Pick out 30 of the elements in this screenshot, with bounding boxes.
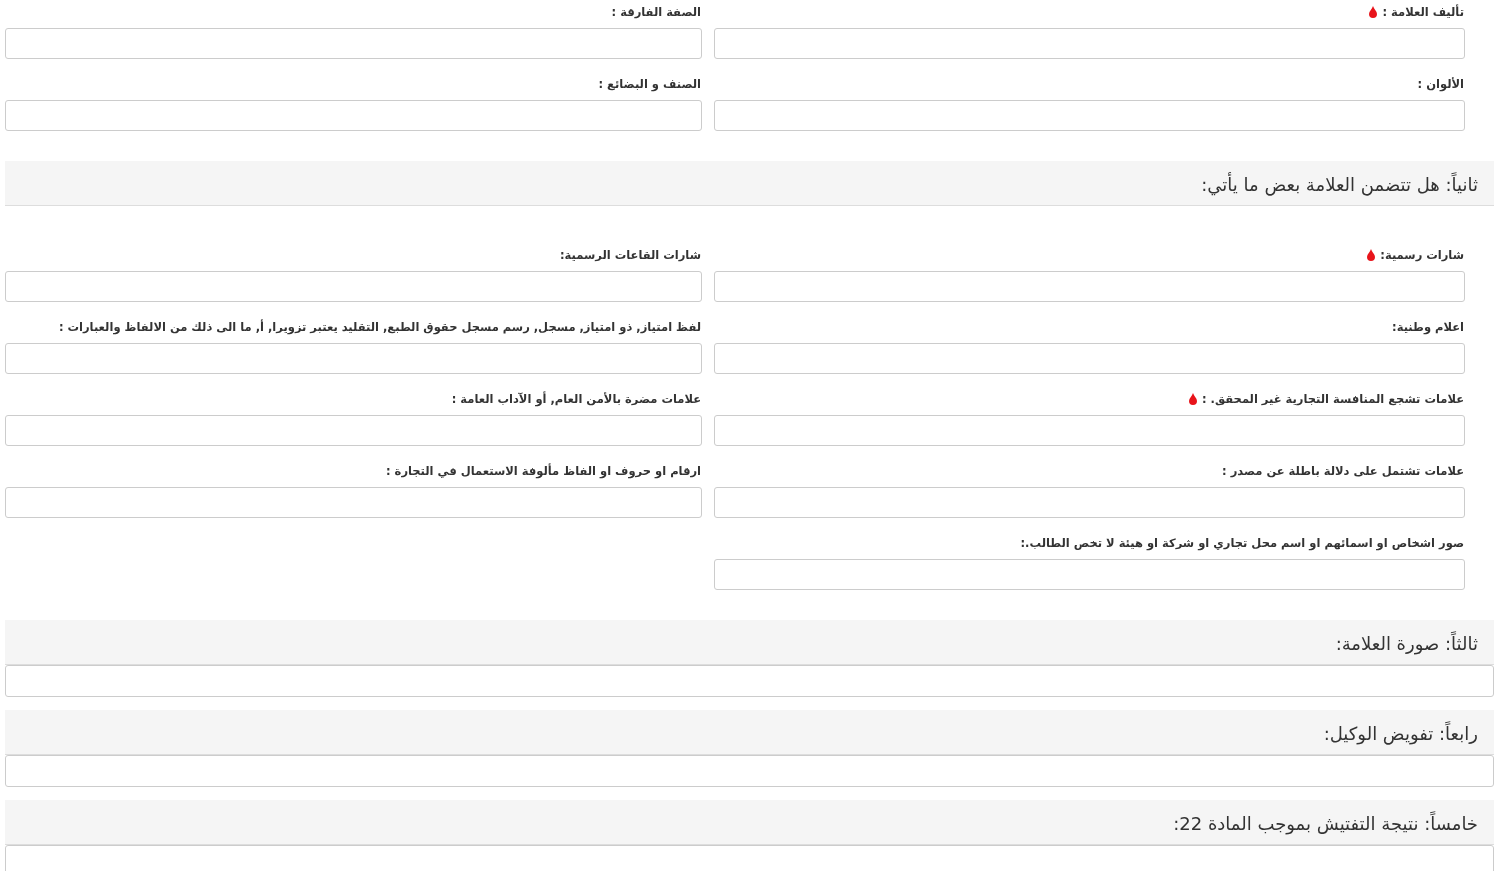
field-label: علامات تشتمل على دلالة باطلة عن مصدر : xyxy=(1222,464,1464,478)
input-field[interactable] xyxy=(714,487,1465,518)
input-field[interactable] xyxy=(714,271,1465,302)
field-label: الصفة الفارقة : xyxy=(611,5,701,19)
section-header: ثالثاً: صورة العلامة: xyxy=(5,620,1494,665)
section-header: خامساً: نتيجة التفتيش بموجب المادة 22: xyxy=(5,800,1494,845)
field-label: شارات رسمية: xyxy=(1380,248,1464,262)
field-label: الألوان : xyxy=(1417,77,1464,91)
field-label: تأليف العلامة : xyxy=(1382,5,1464,19)
input-field[interactable] xyxy=(714,343,1465,374)
section-header: ثانياً: هل تتضمن العلامة بعض ما يأتي: xyxy=(5,161,1494,206)
input-field[interactable] xyxy=(714,100,1465,131)
input-field[interactable] xyxy=(5,487,702,518)
field-label: الصنف و البضائع : xyxy=(598,77,701,91)
input-field[interactable] xyxy=(5,343,702,374)
section-header: رابعاً: تفويض الوكيل: xyxy=(5,710,1494,755)
input-field[interactable] xyxy=(5,28,702,59)
input-field[interactable] xyxy=(5,415,702,446)
field-label: شارات القاعات الرسمية: xyxy=(559,248,701,262)
field-label: اعلام وطنية: xyxy=(1392,320,1464,334)
field-label: ارقام او حروف او الفاظ مألوفة الاستعمال في التجارة : xyxy=(386,464,701,478)
input-field[interactable] xyxy=(5,100,702,131)
input-field[interactable] xyxy=(714,415,1465,446)
input-field[interactable] xyxy=(714,28,1465,59)
input-field[interactable] xyxy=(714,559,1465,590)
input-field[interactable] xyxy=(5,271,702,302)
field-label: علامات مضرة بالأمن العام, أو الآداب العامة : xyxy=(451,392,701,406)
field-label: لفظ امتياز, ذو امتياز, مسجل, رسم مسجل حقوق الطبع, التقليد يعتبر تزويرا, أ, ما الى ذلك من الالفاظ والعبارات : xyxy=(58,320,701,334)
field-label: صور اشخاص او اسمائهم او اسم محل تجاري او شركة او هيئة لا تخص الطالب.: xyxy=(1020,536,1464,550)
field-label: علامات تشجع المنافسة التجارية غير المحقق. : xyxy=(1202,392,1464,406)
